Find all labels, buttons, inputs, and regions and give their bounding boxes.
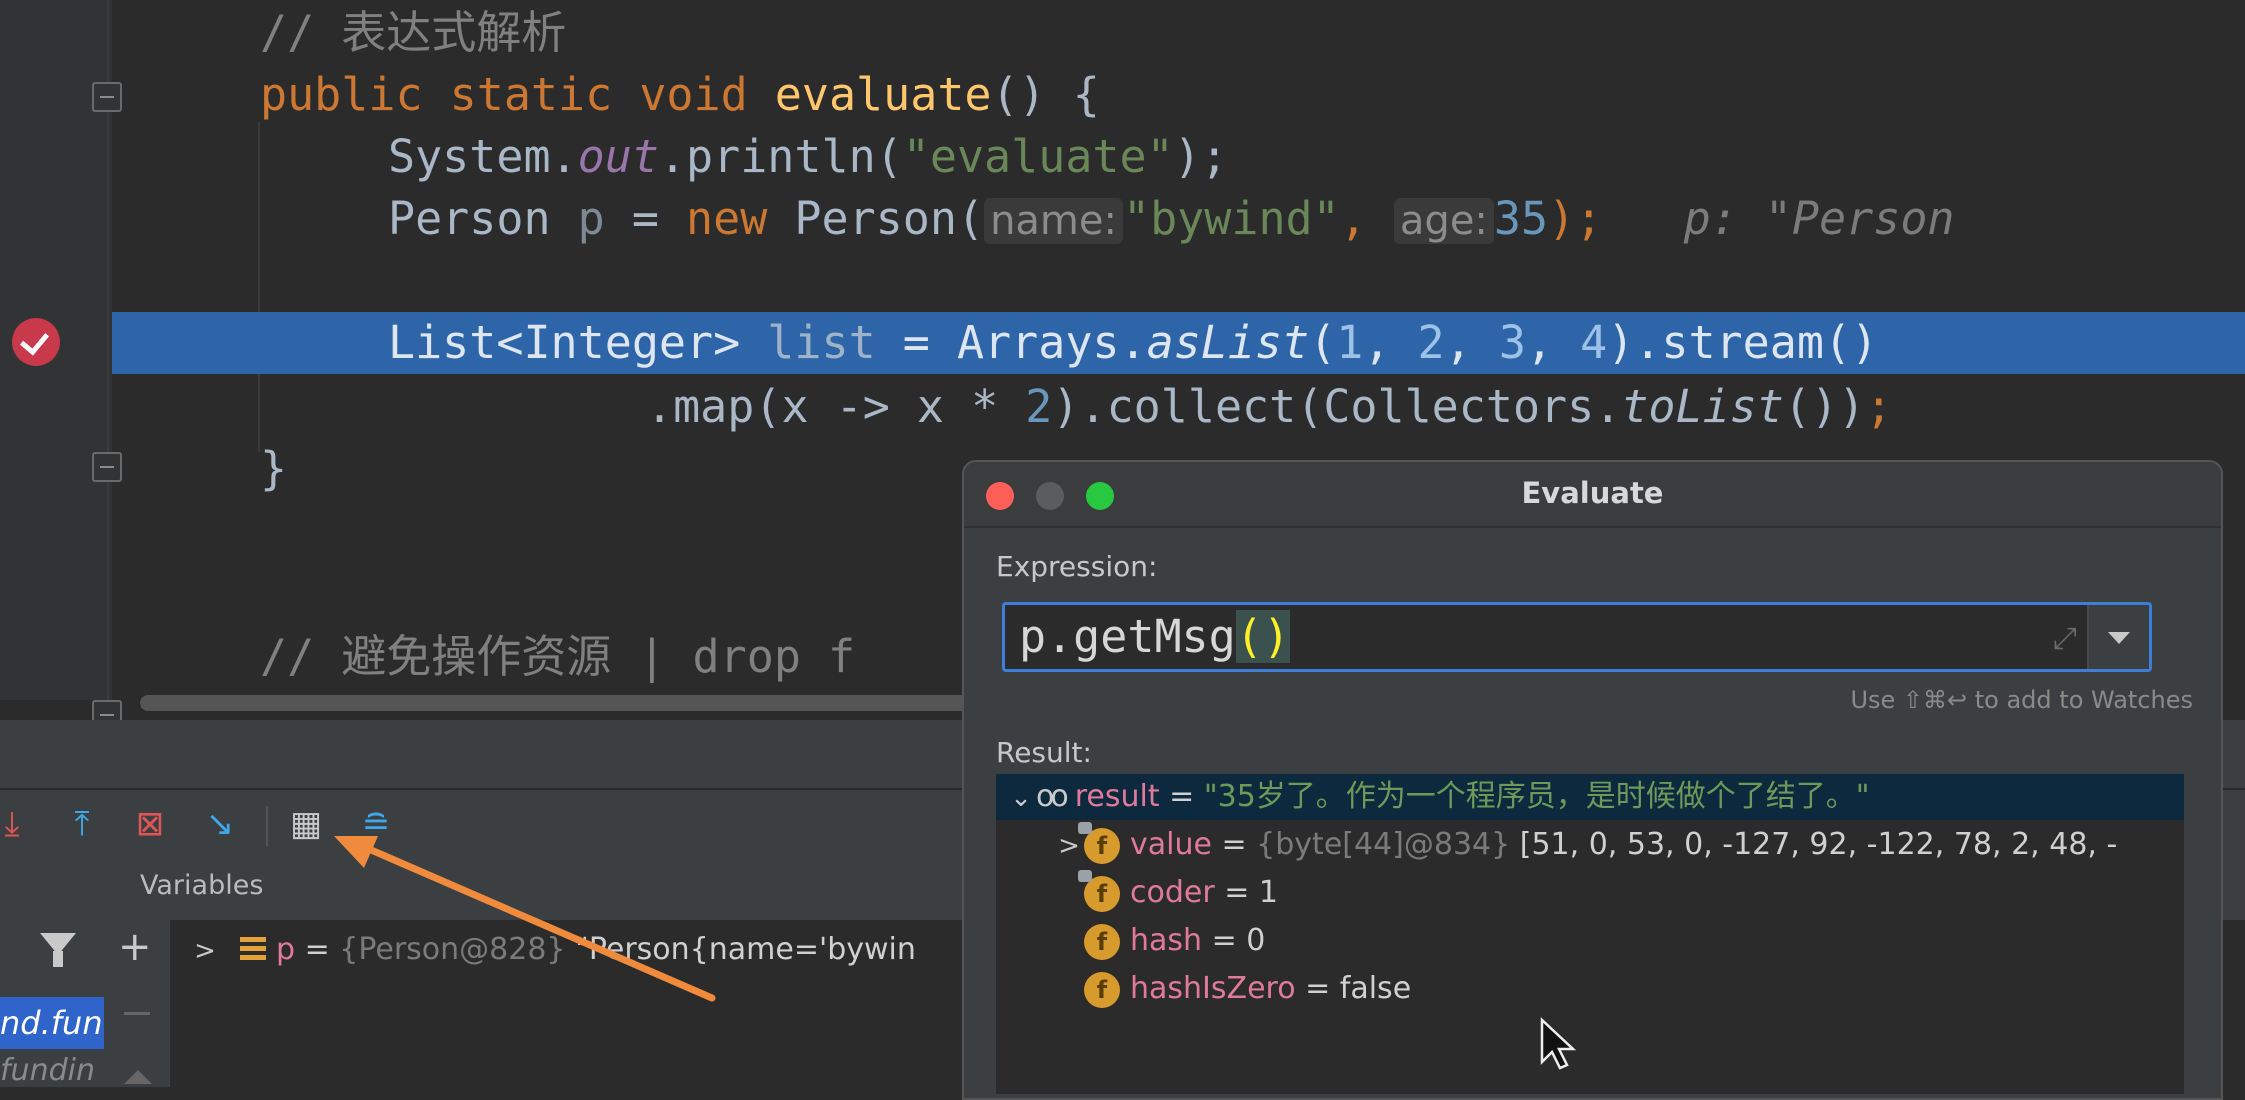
field-icon: f: [1078, 869, 1120, 912]
field-row-coder[interactable]: f coder = 1: [1078, 869, 1278, 916]
run-to-cursor-icon[interactable]: ↘: [198, 802, 242, 846]
frame-item-selected[interactable]: nd.func: [0, 997, 104, 1049]
expression-label: Expression:: [996, 550, 1158, 583]
code-line-8: // 避免操作资源 | drop f: [260, 630, 856, 683]
code-line-6: .map(x -> x * 2).collect(Collectors.toLi…: [646, 380, 1893, 433]
collapse-chevron-icon[interactable]: ⌄: [1006, 775, 1036, 821]
filter-icon[interactable]: [40, 933, 76, 967]
result-label: Result:: [996, 736, 1092, 769]
dialog-title-bar[interactable]: Evaluate: [964, 462, 2221, 528]
step-up-icon[interactable]: ⤒: [60, 802, 104, 846]
field-icon: f: [1078, 821, 1120, 864]
evaluate-dialog: Evaluate Expression: p.getMsg() ⤢ Use ⇧⌘…: [962, 460, 2223, 1100]
code-line-4: Person p = new Person(name: "bywind", age…: [388, 192, 1955, 245]
expand-chevron-icon[interactable]: >: [190, 936, 220, 966]
history-dropdown-button[interactable]: [2087, 605, 2149, 669]
dialog-title: Evaluate: [1521, 476, 1664, 510]
fold-marker-open[interactable]: [92, 82, 122, 112]
fold-marker-close[interactable]: [92, 452, 122, 482]
inline-debug-value: p: "Person: [1683, 192, 1955, 245]
expand-editor-icon[interactable]: ⤢: [2053, 621, 2077, 656]
param-hint-name: name:: [984, 198, 1123, 244]
result-tree: ⌄ oo result = "35岁了。作为一个程序员，是时候做个了结了。" > f v…: [996, 774, 2184, 1094]
drop-frame-icon[interactable]: ⊠: [128, 802, 172, 846]
object-icon: [240, 937, 266, 961]
result-row[interactable]: ⌄ oo result = "35岁了。作为一个程序员，是时候做个了结了。": [1006, 774, 1870, 820]
remove-watch-icon[interactable]: [124, 1012, 150, 1015]
field-row-hashiszero[interactable]: f hashIsZero = false: [1084, 966, 1411, 1012]
expression-input[interactable]: p.getMsg() ⤢: [1002, 602, 2152, 672]
field-row-value[interactable]: > f value = {byte[44]@834} [51, 0, 53, 0, …: [1054, 821, 2117, 868]
code-line-1: // 表达式解析: [260, 6, 567, 59]
param-hint-age: age:: [1393, 198, 1494, 244]
code-line-2: public static void evaluate() {: [260, 68, 1100, 121]
code-line-current: List<Integer> list = Arrays.asList(1, 2,…: [388, 316, 1879, 369]
variables-label: Variables: [140, 870, 264, 901]
add-watch-icon[interactable]: +: [118, 924, 152, 970]
field-icon: f: [1084, 923, 1120, 960]
frame-item[interactable]: fundin: [0, 1051, 104, 1091]
move-up-icon[interactable]: [124, 1070, 152, 1084]
code-line-7: }: [260, 442, 288, 495]
trace-icon[interactable]: ≘: [354, 802, 398, 846]
breakpoint-icon[interactable]: [12, 318, 60, 366]
add-to-watches-hint: Use ⇧⌘↩ to add to Watches: [1850, 686, 2193, 714]
step-out-icon[interactable]: ⤓: [0, 802, 34, 846]
code-line-3: System.out.println("evaluate");: [388, 130, 1228, 183]
field-row-hash[interactable]: f hash = 0: [1084, 918, 1265, 964]
field-icon: f: [1084, 971, 1120, 1008]
evaluate-expression-icon[interactable]: ▦: [284, 802, 328, 846]
watch-glasses-icon: oo: [1036, 779, 1069, 814]
editor-horizontal-scrollbar[interactable]: [140, 695, 980, 711]
variable-row-p[interactable]: > p = {Person@828} "Person{name='bywin: [190, 932, 916, 967]
